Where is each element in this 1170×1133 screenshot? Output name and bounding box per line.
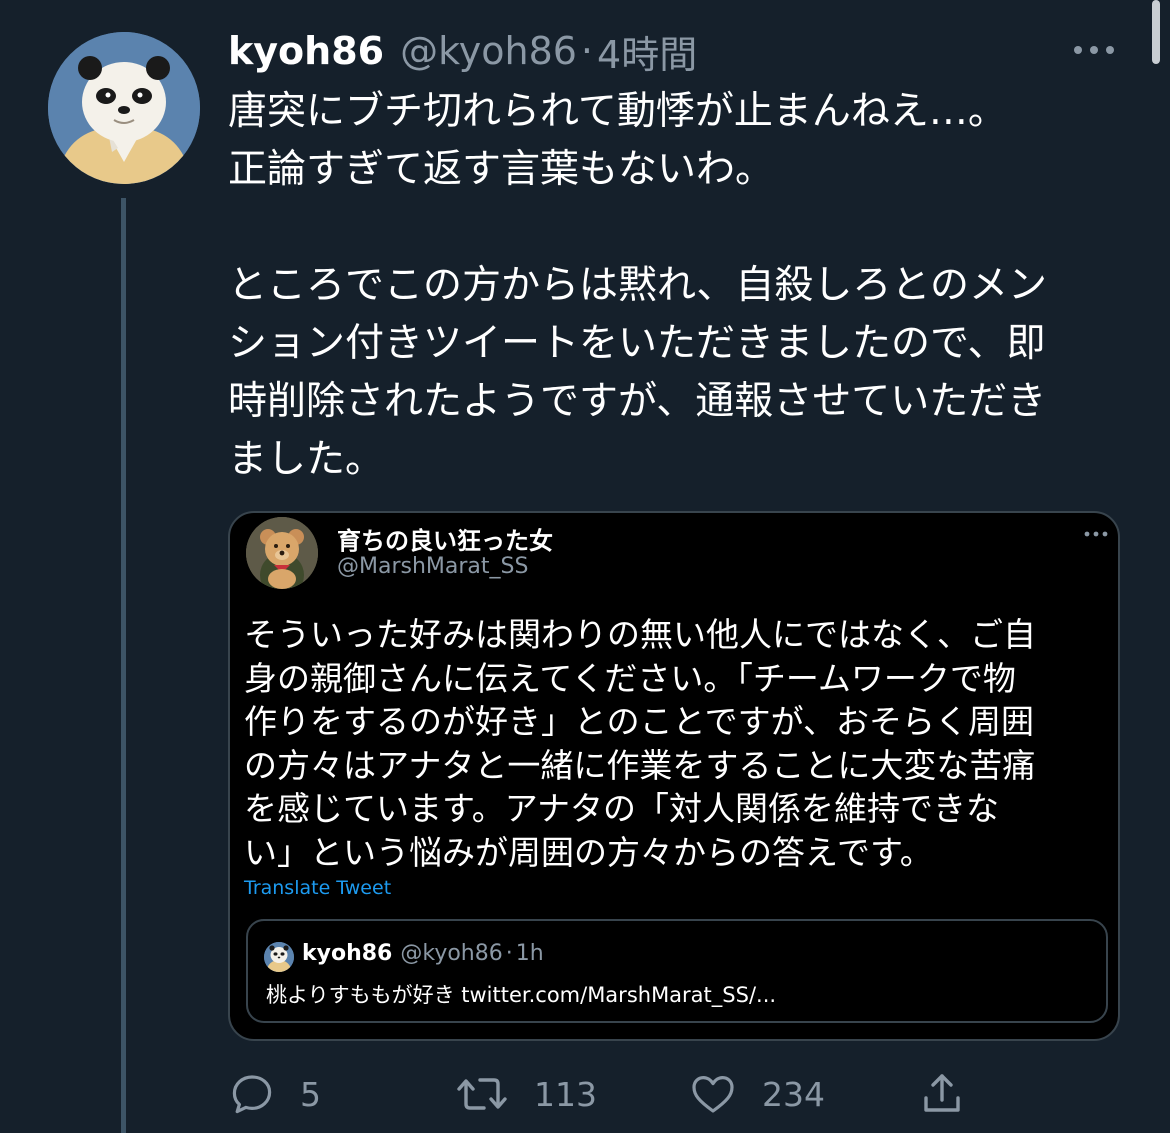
- nested-author-handle[interactable]: @kyoh86: [400, 941, 502, 966]
- tweet-text-line: 正論すぎて返す言葉もないわ。: [228, 147, 775, 192]
- user-avatar[interactable]: [48, 32, 200, 184]
- retweet-count: 113: [534, 1074, 597, 1114]
- reply-count: 5: [300, 1074, 321, 1114]
- author-display-name[interactable]: kyoh86: [228, 29, 384, 73]
- teddy-bear-avatar-image: [246, 517, 318, 589]
- thread-connector-line: [121, 198, 126, 1133]
- quoted-tweet-text: そういった好みは関わりの無い他人にではなく、ご自 身の親御さんに伝えてください。…: [244, 613, 1104, 874]
- heart-icon: [692, 1076, 734, 1113]
- like-count: 234: [762, 1074, 825, 1114]
- tweet-detail-page: kyoh86 @kyoh86 · 4時間 唐突にブチ切れられて動悸が止まんねえ……: [0, 0, 1170, 1133]
- nested-header-separator: ·: [505, 941, 513, 966]
- nested-tweet-header: kyoh86 @kyoh86 · 1h: [302, 941, 544, 966]
- share-icon: [924, 1074, 960, 1112]
- tweet-text-line: ところでこの方からは黙れ、自殺しろとのメン: [228, 263, 1048, 308]
- retweet-icon: [457, 1078, 507, 1110]
- quoted-text-line: を感じています。アナタの「対人関係を維持できな: [244, 789, 1000, 828]
- reply-button[interactable]: 5: [228, 1068, 321, 1120]
- nested-tweet-timestamp[interactable]: 1h: [516, 941, 544, 966]
- paragraph-break: [228, 199, 1128, 257]
- quoted-author-handle[interactable]: @MarshMarat_SS: [337, 554, 528, 579]
- like-button[interactable]: 234: [688, 1068, 825, 1120]
- scrollbar-thumb[interactable]: [1152, 0, 1160, 64]
- tweet-text-line: 唐突にブチ切れられて動悸が止まんねえ…。: [228, 89, 1007, 134]
- nested-quoted-tweet-card[interactable]: kyoh86 @kyoh86 · 1h 桃よりすももが好き twitter.co…: [246, 919, 1108, 1023]
- nested-user-avatar[interactable]: [264, 942, 294, 972]
- quoted-author-display-name[interactable]: 育ちの良い狂った女: [337, 521, 553, 556]
- quoted-text-line: い」という悩みが周囲の方々からの答えです。: [244, 832, 933, 872]
- panda-avatar-image: [264, 942, 294, 972]
- quoted-text-line: の方々はアナタと一緒に作業をすることに大変な苦痛: [244, 745, 1036, 785]
- quoted-tweet-card[interactable]: 育ちの良い狂った女 @MarshMarat_SS そういった好みは関わりの無い他…: [228, 511, 1120, 1041]
- tweet-timestamp[interactable]: 4時間: [597, 24, 697, 79]
- header-separator: ·: [580, 29, 594, 73]
- tweet-text-line: ました。: [228, 437, 385, 482]
- translate-tweet-link[interactable]: Translate Tweet: [244, 877, 391, 899]
- quoted-text-line: そういった好みは関わりの無い他人にではなく、ご自: [244, 615, 1036, 654]
- tweet-text-line: ション付きツイートをいただきましたので、即: [228, 321, 1046, 366]
- tweet-text: 唐突にブチ切れられて動悸が止まんねえ…。 正論すぎて返す言葉もないわ。 ところで…: [228, 83, 1128, 489]
- share-button[interactable]: [916, 1068, 968, 1120]
- reply-icon: [232, 1075, 272, 1114]
- more-horizontal-icon[interactable]: [1070, 38, 1118, 62]
- quoted-text-line: 身の親御さんに伝えてください。「チームワークで物: [244, 658, 1016, 698]
- tweet-header: kyoh86 @kyoh86 · 4時間: [228, 24, 697, 78]
- author-handle[interactable]: @kyoh86: [400, 29, 577, 73]
- nested-author-display-name[interactable]: kyoh86: [302, 941, 392, 966]
- quoted-user-avatar[interactable]: [246, 517, 318, 589]
- quoted-text-line: 作りをするのが好き」とのことですが、おそらく周囲: [244, 702, 1035, 741]
- nested-tweet-text: 桃よりすももが好き twitter.com/MarshMarat_SS/...: [266, 983, 777, 1007]
- tweet-text-line: 時削除されたようですが、通報させていただき: [228, 379, 1047, 424]
- panda-avatar-image: [48, 32, 200, 184]
- retweet-button[interactable]: 113: [454, 1068, 597, 1120]
- more-horizontal-icon[interactable]: [1083, 529, 1109, 539]
